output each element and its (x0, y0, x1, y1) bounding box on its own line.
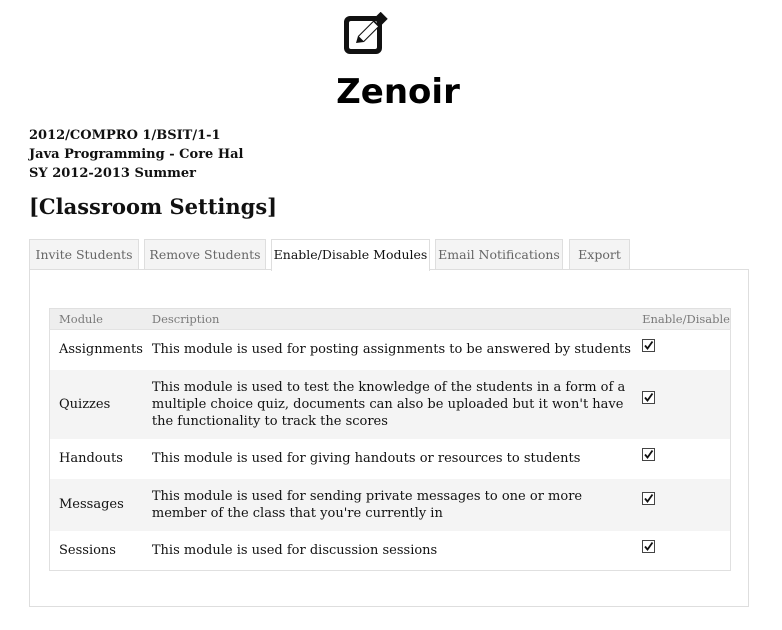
tab-enable-disable-modules[interactable]: Enable/Disable Modules (271, 239, 430, 271)
module-name: Assignments (49, 329, 143, 370)
table-row: Quizzes This module is used to test the … (49, 369, 731, 439)
module-name: Handouts (49, 438, 143, 479)
header-enable-disable: Enable/Disable (633, 308, 731, 330)
pencil-square-icon (343, 11, 389, 58)
modules-table: Module Description Enable/Disable Assign… (49, 308, 731, 571)
module-name: Messages (49, 478, 143, 531)
module-description: This module is used for posting assignme… (142, 329, 634, 370)
enable-checkbox[interactable] (642, 447, 656, 461)
module-description: This module is used for sending private … (142, 478, 634, 531)
table-row: Assignments This module is used for post… (49, 329, 731, 370)
module-name: Sessions (49, 530, 143, 571)
table-header-row: Module Description Enable/Disable (49, 308, 731, 330)
table-row: Handouts This module is used for giving … (49, 438, 731, 479)
table-row: Messages This module is used for sending… (49, 478, 731, 531)
module-description: This module is used for giving handouts … (142, 438, 634, 479)
course-term: SY 2012-2013 Summer (29, 166, 196, 181)
enable-checkbox[interactable] (642, 390, 656, 404)
header-description: Description (142, 308, 634, 330)
tab-email-notifications[interactable]: Email Notifications (435, 239, 563, 269)
module-name: Quizzes (49, 369, 143, 439)
page-title: [Classroom Settings] (29, 194, 278, 219)
course-info: 2012/COMPRO 1/BSIT/1-1 Java Programming … (29, 126, 243, 183)
tab-invite-students[interactable]: Invite Students (29, 239, 139, 269)
enable-checkbox[interactable] (642, 539, 656, 553)
course-code: 2012/COMPRO 1/BSIT/1-1 (29, 128, 221, 143)
tab-export[interactable]: Export (569, 239, 630, 269)
tab-remove-students[interactable]: Remove Students (144, 239, 266, 269)
module-description: This module is used to test the knowledg… (142, 369, 634, 439)
enable-checkbox[interactable] (642, 339, 656, 352)
header-module: Module (49, 308, 143, 330)
tab-panel: Module Description Enable/Disable Assign… (29, 269, 749, 607)
brand-name: Zenoir (336, 72, 460, 112)
table-row: Sessions This module is used for discuss… (49, 530, 731, 571)
module-description: This module is used for discussion sessi… (142, 530, 634, 571)
course-subject: Java Programming - Core Hal (29, 147, 244, 162)
enable-checkbox[interactable] (642, 491, 656, 505)
